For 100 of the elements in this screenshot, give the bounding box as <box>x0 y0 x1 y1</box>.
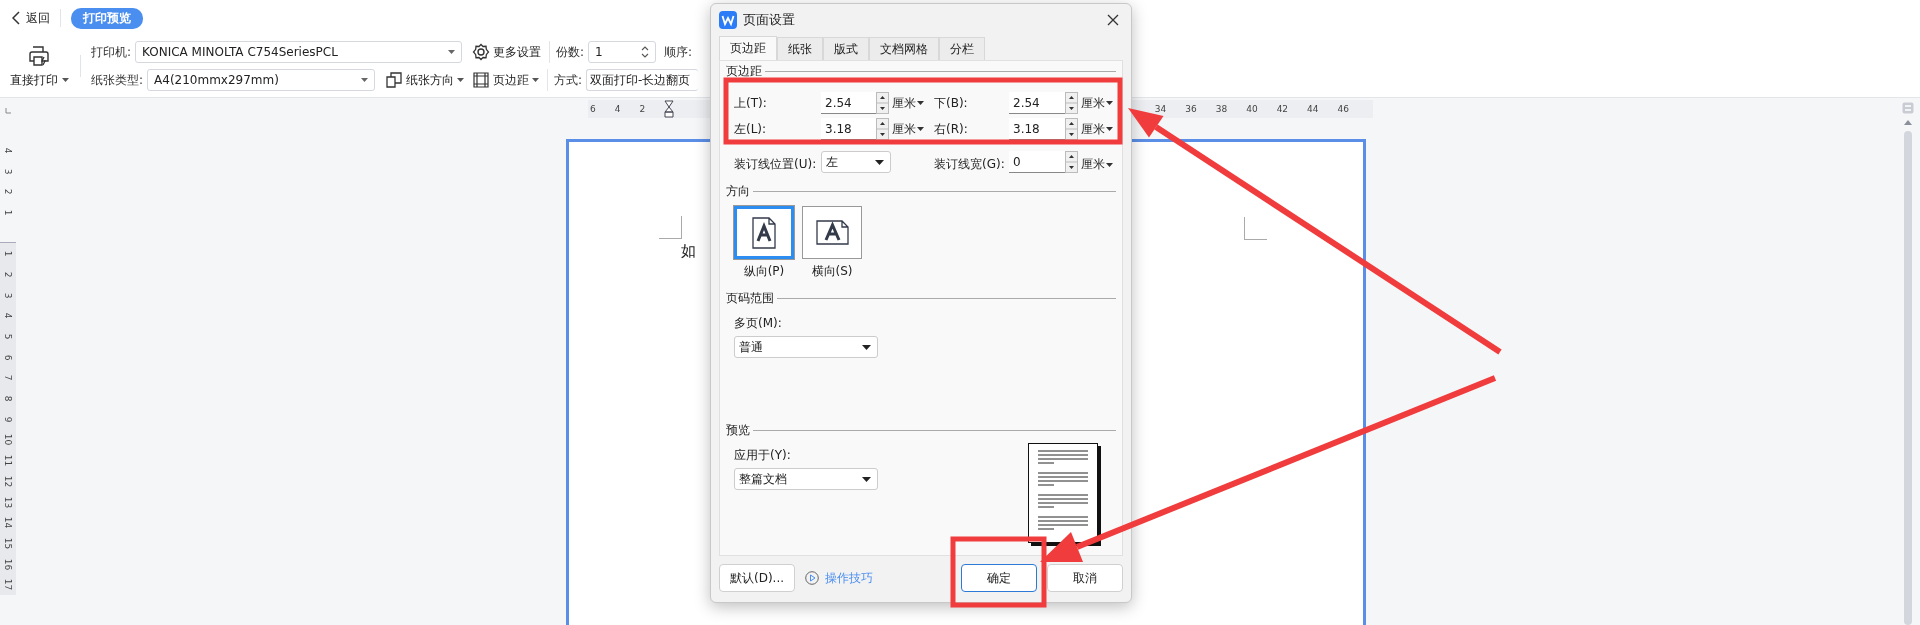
field-label: 上(T): <box>734 94 768 112</box>
page-rotate-icon <box>385 71 404 89</box>
dropdown[interactable]: 普通 <box>734 336 878 358</box>
number-field[interactable]: 3.18 <box>1009 118 1078 140</box>
ruler-number: 3 <box>3 168 13 174</box>
tab[interactable]: 版式 <box>823 37 869 60</box>
back-button[interactable]: 返回 <box>12 9 50 27</box>
spinner-arrows-icon <box>1065 91 1078 114</box>
ruler-number: 2 <box>3 271 13 278</box>
play-icon <box>805 571 820 585</box>
ruler-number: 38 <box>1215 104 1228 114</box>
spinner-arrows-icon <box>876 91 889 114</box>
field-label: 下(B): <box>934 94 969 112</box>
ruler-number: 4 <box>3 313 13 319</box>
ok-button[interactable]: 确定 <box>961 564 1037 592</box>
ruler-number: 46 <box>1337 104 1349 114</box>
caret-icon <box>1106 127 1113 131</box>
caret-icon <box>862 344 871 350</box>
ruler-number: 34 <box>1154 104 1167 114</box>
tab[interactable]: 文档网格 <box>869 37 939 60</box>
field-label: 应用于(Y): <box>734 447 792 464</box>
caret-icon <box>875 159 884 165</box>
margin-corner-mark <box>659 216 682 239</box>
caret-icon <box>457 78 465 82</box>
spinner-arrows-icon <box>876 117 889 140</box>
portrait-page-icon <box>752 216 776 249</box>
dropdown[interactable]: 双面打印-长边翻页 <box>586 69 699 91</box>
field-label: 左(L): <box>734 120 768 138</box>
orientation-option[interactable] <box>734 206 794 259</box>
field-label: 纸张类型: <box>91 71 144 89</box>
spinner-arrows-icon <box>1065 150 1078 173</box>
app-logo-icon <box>719 11 737 29</box>
printer-icon <box>27 43 51 68</box>
tab[interactable]: 纸张 <box>777 37 823 60</box>
back-icon <box>12 11 20 25</box>
more-settings-button[interactable]: 更多设置 <box>470 43 544 61</box>
field-label: 装订线位置(U): <box>734 156 818 173</box>
print-preview-badge: 打印预览 <box>71 7 143 29</box>
toolbar-button[interactable]: 纸张方向 <box>383 71 467 89</box>
unit-dropdown[interactable]: 厘米 <box>889 94 934 112</box>
group-label: 页码范围 <box>726 290 774 307</box>
cancel-button[interactable]: 取消 <box>1047 564 1123 592</box>
dropdown[interactable]: 整篇文档 <box>734 468 878 490</box>
ruler-number: 36 <box>1185 104 1197 114</box>
ruler-number: 13 <box>3 496 13 508</box>
number-field[interactable]: 2.54 <box>821 92 889 114</box>
ruler-number: 6 <box>590 104 596 114</box>
dialog-title: 页面设置 <box>743 11 796 29</box>
document-text: 如 <box>681 242 696 261</box>
field-label: 多页(M): <box>734 315 783 332</box>
ruler-number: 9 <box>3 416 13 423</box>
ruler-number: 7 <box>3 375 13 381</box>
caret-icon <box>448 50 456 54</box>
indent-marker-icon <box>664 100 675 118</box>
direct-print-button[interactable]: 直接打印 <box>0 43 78 89</box>
default-button[interactable]: 默认(D)... <box>719 564 796 592</box>
orientation-option[interactable] <box>802 206 862 259</box>
dropdown[interactable]: A4(210mmx297mm) <box>147 69 376 91</box>
dropdown[interactable]: 左 <box>821 151 891 173</box>
caret-icon <box>532 78 540 82</box>
ruler-number: 5 <box>3 333 13 340</box>
caret-icon <box>361 78 369 82</box>
dropdown[interactable]: KONICA MINOLTA C754SeriesPCL <box>135 41 463 63</box>
ruler-number: 40 <box>1246 104 1258 114</box>
caret-icon <box>917 127 924 131</box>
group-label: 预览 <box>726 422 750 439</box>
margin-corner-mark <box>1244 217 1267 240</box>
number-field[interactable]: 3.18 <box>821 118 889 140</box>
toolbar-button[interactable]: 页边距 <box>470 71 542 89</box>
ruler-number: 1 <box>3 209 13 216</box>
caret-icon <box>61 78 69 82</box>
ruler-number: 4 <box>614 104 621 114</box>
ruler-number: 11 <box>3 454 13 467</box>
unit-dropdown[interactable]: 厘米 <box>889 120 934 138</box>
tab[interactable]: 页边距 <box>719 36 777 60</box>
field-label: 右(R): <box>934 120 969 138</box>
margins-icon <box>472 71 491 89</box>
number-field[interactable]: 0 <box>1009 151 1078 173</box>
ruler-number: 14 <box>3 517 13 529</box>
field-label: 方式: <box>554 71 583 89</box>
unit-dropdown[interactable]: 厘米 <box>1078 94 1118 112</box>
ruler-number: 3 <box>3 292 13 298</box>
option-label: 横向(S) <box>811 263 853 280</box>
unit-dropdown[interactable]: 厘米 <box>1078 156 1118 173</box>
ruler-number: 1 <box>3 250 13 257</box>
ruler-number: 12 <box>3 475 13 488</box>
ruler-tab-icon <box>5 108 11 114</box>
unit-dropdown[interactable]: 厘米 <box>1078 120 1118 138</box>
ruler-number: 16 <box>3 558 13 570</box>
copies-field[interactable]: 1 <box>588 41 657 63</box>
caret-icon <box>917 101 924 105</box>
group-label: 页边距 <box>726 63 762 80</box>
landscape-page-icon <box>815 220 849 245</box>
number-field[interactable]: 2.54 <box>1009 92 1078 114</box>
tab[interactable]: 分栏 <box>939 37 985 60</box>
field-label: 份数: <box>556 43 585 61</box>
caret-icon <box>1106 162 1113 167</box>
scrollbar-thumb[interactable] <box>1904 131 1912 625</box>
ruler-number: 44 <box>1307 104 1319 114</box>
field-label: 打印机: <box>91 43 132 61</box>
